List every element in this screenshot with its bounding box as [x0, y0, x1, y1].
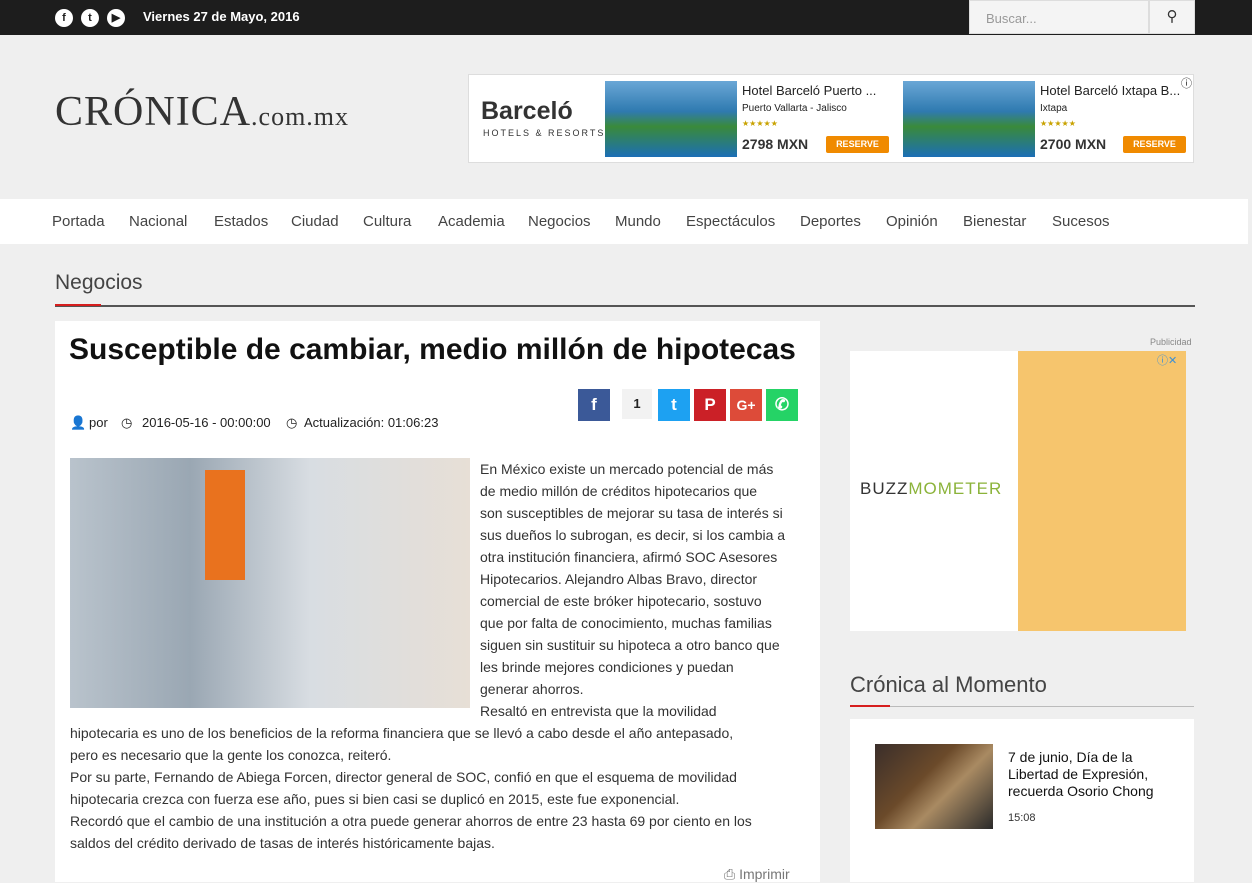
googleplus-share-icon[interactable]: G+: [730, 389, 762, 421]
nav-item[interactable]: Estados: [214, 213, 268, 230]
article-image-detail: [205, 470, 245, 580]
article-date: 2016-05-16 - 00:00:00: [142, 415, 271, 430]
nav-item[interactable]: Sucesos: [1052, 213, 1110, 230]
site-logo[interactable]: CRÓNICA.com.mx: [55, 88, 349, 136]
article-line: Recordó que el cambio de una institución…: [70, 813, 752, 829]
section-accent: [55, 304, 101, 306]
clock-icon: ◷: [121, 415, 133, 430]
news-thumbnail[interactable]: [875, 744, 993, 829]
news-time: 15:08: [1008, 812, 1036, 824]
ad-label: Publicidad: [1150, 337, 1192, 347]
article-line: Resaltó en entrevista que la movilidad: [480, 703, 717, 719]
momento-rule: [850, 706, 1194, 707]
nav-item[interactable]: Ciudad: [291, 213, 339, 230]
nav-item[interactable]: Espectáculos: [686, 213, 775, 230]
logo-suffix: .com.mx: [251, 102, 350, 131]
print-button[interactable]: ⎙ Imprimir: [724, 866, 790, 883]
search-input[interactable]: Buscar...: [969, 0, 1149, 34]
hotel-stars: ★★★★★: [742, 119, 778, 128]
hotel-location: Ixtapa: [1040, 103, 1068, 114]
reserve-button[interactable]: RESERVE: [826, 136, 889, 153]
article-line: generar ahorros.: [480, 681, 584, 697]
hotel-image[interactable]: [903, 81, 1035, 157]
article-title: Susceptible de cambiar, medio millón de …: [69, 333, 796, 366]
sidebar-ad[interactable]: BUZZMOMETER: [850, 351, 1186, 631]
print-label: Imprimir: [739, 866, 790, 882]
article-body-full: hipotecaria es uno de los beneficios de …: [70, 722, 752, 854]
hotel-price: 2700 MXN: [1040, 136, 1107, 152]
nav-item[interactable]: Mundo: [615, 213, 661, 230]
article-line: son susceptibles de mejorar su tasa de i…: [480, 505, 783, 521]
main-nav: Portada Nacional Estados Ciudad Cultura …: [0, 199, 1248, 244]
hotel-stars: ★★★★★: [1040, 119, 1076, 128]
nav-item[interactable]: Cultura: [363, 213, 411, 230]
adchoices-icon[interactable]: ⓘ✕: [1157, 352, 1177, 368]
section-title: Negocios: [55, 271, 143, 294]
share-count: 1: [622, 389, 652, 419]
nav-item[interactable]: Opinión: [886, 213, 938, 230]
hotel-ad-banner[interactable]: Barceló HOTELS & RESORTS Hotel Barceló P…: [468, 74, 1194, 163]
reserve-button[interactable]: RESERVE: [1123, 136, 1186, 153]
article-line: hipotecaria crezca con fuerza ese año, p…: [70, 791, 680, 807]
nav-item[interactable]: Academia: [438, 213, 505, 230]
hotel-name[interactable]: Hotel Barceló Puerto ...: [742, 83, 876, 98]
twitter-icon[interactable]: t: [81, 9, 99, 27]
facebook-share-icon[interactable]: f: [578, 389, 610, 421]
search-icon[interactable]: ⚲: [1149, 0, 1195, 34]
pinterest-share-icon[interactable]: P: [694, 389, 726, 421]
nav-item[interactable]: Nacional: [129, 213, 187, 230]
article-line: comercial de este bróker hipotecario, so…: [480, 593, 762, 609]
whatsapp-share-icon[interactable]: ✆: [766, 389, 798, 421]
article-line: siguen sin sustituir su hipoteca a otro …: [480, 637, 780, 653]
article-line: saldos del crédito derivado de tasas de …: [70, 835, 495, 851]
article-body-side: En México existe un mercado potencial de…: [480, 458, 785, 722]
ad-panel: [1018, 351, 1186, 631]
article-line: sus dueños lo subrogan, es decir, si los…: [480, 527, 786, 543]
article-line: de medio millón de créditos hipotecarios…: [480, 483, 758, 499]
article-image: [70, 458, 470, 708]
ad-brand: Barceló: [481, 97, 573, 125]
printer-icon: ⎙: [724, 866, 740, 882]
nav-item[interactable]: Bienestar: [963, 213, 1026, 230]
nav-item[interactable]: Deportes: [800, 213, 861, 230]
twitter-share-icon[interactable]: t: [658, 389, 690, 421]
youtube-icon[interactable]: ▶: [107, 9, 125, 27]
article-line: Hipotecarios. Alejandro Albas Bravo, dir…: [480, 571, 758, 587]
author-label: por: [89, 415, 108, 430]
hotel-location: Puerto Vallarta - Jalisco: [742, 103, 847, 114]
author-icon: 👤: [70, 415, 87, 430]
article-line: hipotecaria es uno de los beneficios de …: [70, 725, 734, 741]
current-date: Viernes 27 de Mayo, 2016: [143, 9, 300, 24]
hotel-name[interactable]: Hotel Barceló Ixtapa B...: [1040, 83, 1180, 98]
clock-icon: ◷: [286, 415, 298, 430]
news-title[interactable]: 7 de junio, Día de la Libertad de Expres…: [1008, 749, 1178, 800]
article-line: otra institución financiera, afirmó SOC …: [480, 549, 778, 565]
info-icon[interactable]: ⓘ: [1181, 75, 1192, 91]
logo-main: CRÓNICA: [55, 89, 252, 135]
ad-brand-sub: HOTELS & RESORTS: [483, 128, 606, 138]
hotel-image[interactable]: [605, 81, 737, 157]
article-line: que por falta de conocimiento, muchas fa…: [480, 615, 772, 631]
hotel-price: 2798 MXN: [742, 136, 809, 152]
article-line: En México existe un mercado potencial de…: [480, 461, 774, 477]
nav-item[interactable]: Portada: [52, 213, 105, 230]
article-line: les brinde mejores condiciones y puedan: [480, 659, 734, 675]
article-line: Por su parte, Fernando de Abiega Forcen,…: [70, 769, 737, 785]
article-line: pero es necesario que la gente los conoz…: [70, 747, 392, 763]
facebook-icon[interactable]: f: [55, 9, 73, 27]
nav-item[interactable]: Negocios: [528, 213, 591, 230]
momento-title: Crónica al Momento: [850, 672, 1047, 697]
article-updated: Actualización: 01:06:23: [304, 415, 439, 430]
section-rule: [55, 305, 1195, 307]
ad-logo: BUZZMOMETER: [860, 479, 1003, 498]
momento-accent: [850, 705, 890, 707]
